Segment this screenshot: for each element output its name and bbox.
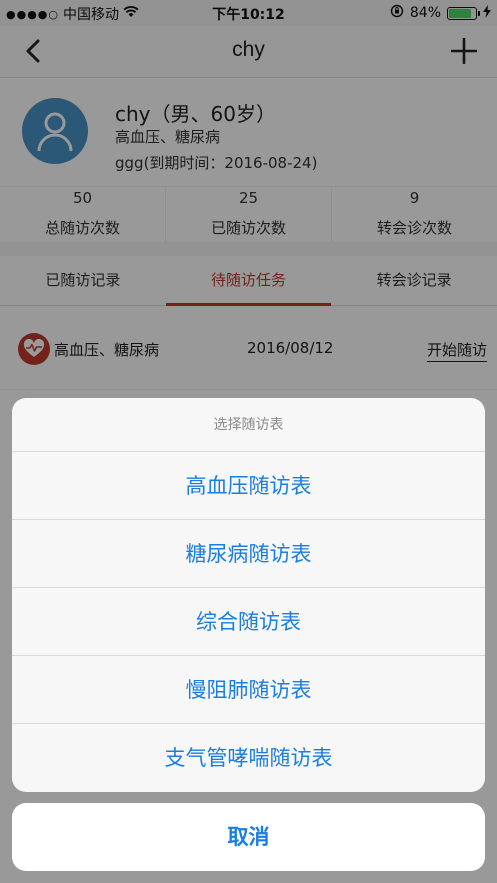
action-sheet: 选择随访表 高血压随访表 糖尿病随访表 综合随访表 慢阻肺随访表 支气管哮喘随访… bbox=[12, 398, 485, 792]
cancel-button[interactable]: 取消 bbox=[12, 803, 485, 871]
option-asthma-form[interactable]: 支气管哮喘随访表 bbox=[12, 724, 485, 792]
option-diabetes-form[interactable]: 糖尿病随访表 bbox=[12, 520, 485, 588]
action-sheet-title: 选择随访表 bbox=[12, 398, 485, 452]
option-copd-form[interactable]: 慢阻肺随访表 bbox=[12, 656, 485, 724]
option-comprehensive-form[interactable]: 综合随访表 bbox=[12, 588, 485, 656]
option-hypertension-form[interactable]: 高血压随访表 bbox=[12, 452, 485, 520]
